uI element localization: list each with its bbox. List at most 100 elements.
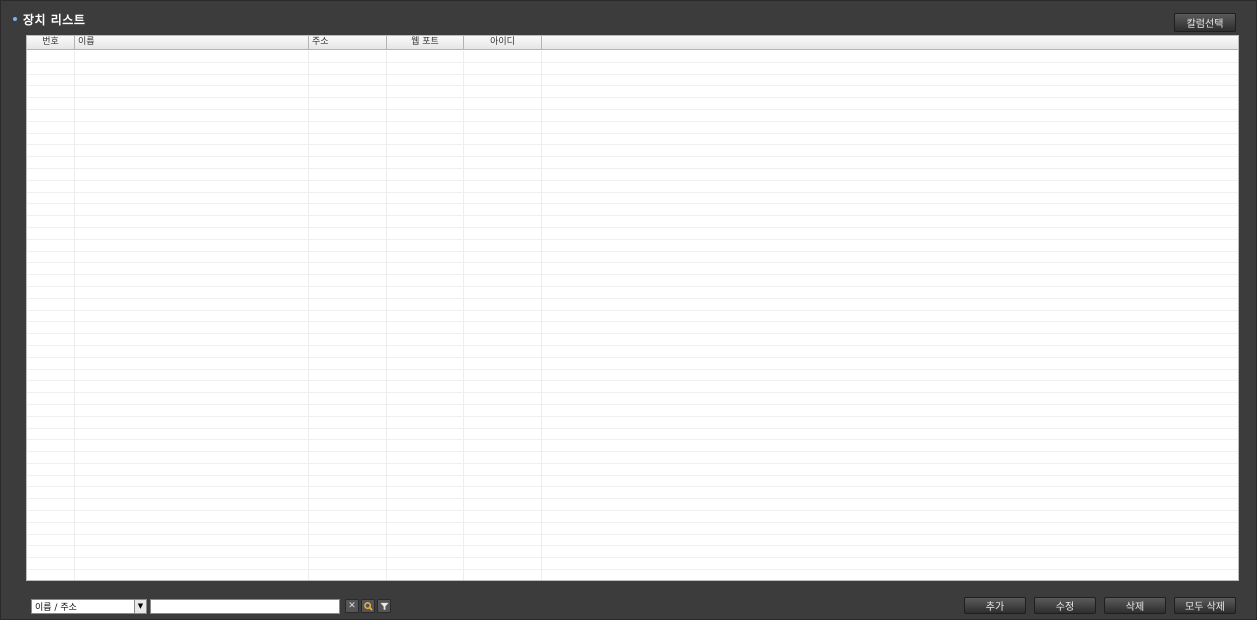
column-header-name[interactable]: 이름 [75,36,309,50]
column-header-id[interactable]: 아이디 [464,36,542,50]
table-cell-empty [27,369,75,381]
table-cell-empty [542,452,1238,463]
device-list-window: 장치 리스트 칼럼선택 번호 이름 주소 웹 포트 아이디 이름 / 주소 ▼ … [0,0,1257,620]
table-cell-empty [27,475,75,487]
table-cell-empty [464,180,542,192]
column-header-web-port[interactable]: 웹 포트 [387,36,464,50]
table-cell-empty [75,51,309,62]
action-buttons: 추가 수정 삭제 모두 삭제 [956,597,1236,614]
table-row-empty [27,511,1238,523]
table-cell-empty [27,227,75,239]
table-cell-empty [464,404,542,416]
table-body[interactable] [27,51,1238,580]
table-cell-empty [309,558,387,570]
table-cell-empty [387,475,464,487]
table-cell-empty [542,523,1238,534]
table-row-empty [27,310,1238,323]
table-cell-empty [542,464,1238,475]
table-cell-empty [309,239,387,251]
table-cell-empty [309,145,387,157]
table-cell-empty [75,381,309,393]
table-cell-empty [27,452,75,463]
chevron-down-icon[interactable]: ▼ [134,599,146,613]
table-cell-empty [27,381,75,393]
table-cell-empty [464,216,542,227]
table-cell-empty [27,133,75,145]
table-cell-empty [387,322,464,334]
table-cell-empty [75,145,309,157]
delete-button[interactable]: 삭제 [1104,597,1166,614]
table-cell-empty [309,393,387,404]
table-cell-empty [387,334,464,345]
search-field-selected: 이름 / 주소 [35,602,77,613]
table-cell-empty [75,157,309,168]
table-cell-empty [542,311,1238,322]
table-cell-empty [542,110,1238,121]
table-cell-empty [464,263,542,275]
table-cell-empty [27,204,75,216]
table-cell-empty [309,404,387,416]
table-cell-empty [542,358,1238,369]
column-header-address[interactable]: 주소 [309,36,387,50]
table-cell-empty [75,475,309,487]
table-cell-empty [309,133,387,145]
table-row-empty [27,180,1238,193]
filter-icon[interactable] [377,599,391,613]
table-cell-empty [309,487,387,499]
table-cell-empty [309,275,387,286]
delete-all-button[interactable]: 모두 삭제 [1174,597,1236,614]
table-cell-empty [387,192,464,204]
table-cell-empty [27,216,75,227]
table-cell-empty [387,275,464,286]
table-cell-empty [387,180,464,192]
table-cell-empty [387,357,464,369]
column-select-button[interactable]: 칼럼선택 [1174,13,1236,32]
table-cell-empty [464,440,542,452]
table-cell-empty [27,522,75,534]
table-cell-empty [387,534,464,546]
table-cell-empty [464,369,542,381]
table-cell-empty [309,511,387,522]
table-cell-empty [27,463,75,475]
table-cell-empty [27,251,75,263]
table-cell-empty [387,463,464,475]
column-header-filler [542,36,1238,50]
table-row-empty [27,357,1238,370]
edit-button[interactable]: 수정 [1034,597,1096,614]
search-input[interactable] [150,598,340,614]
table-cell-empty [27,487,75,499]
table-cell-empty [27,168,75,180]
table-row-empty [27,275,1238,287]
close-icon[interactable]: ✕ [345,599,359,613]
table-cell-empty [542,417,1238,428]
table-cell-empty [27,322,75,334]
table-cell-empty [309,369,387,381]
table-cell-empty [464,86,542,98]
table-cell-empty [464,310,542,322]
table-cell-empty [464,98,542,109]
table-cell-empty [27,239,75,251]
bullet-icon [13,17,17,21]
table-cell-empty [309,74,387,86]
table-cell-empty [75,251,309,263]
table-cell-empty [542,181,1238,192]
search-field-select[interactable]: 이름 / 주소 ▼ [31,598,147,614]
table-cell-empty [542,405,1238,416]
table-cell-empty [464,192,542,204]
table-cell-empty [309,416,387,428]
table-cell-empty [309,168,387,180]
table-cell-empty [27,51,75,62]
table-row-empty [27,86,1238,99]
table-cell-empty [309,62,387,74]
table-row-empty [27,74,1238,87]
table-cell-empty [387,51,464,62]
table-cell-empty [542,370,1238,381]
search-icon[interactable] [361,599,375,613]
table-cell-empty [387,145,464,157]
table-cell-empty [464,428,542,440]
column-header-number[interactable]: 번호 [27,36,75,50]
add-button[interactable]: 추가 [964,597,1026,614]
table-cell-empty [542,487,1238,498]
table-cell-empty [542,558,1238,569]
table-cell-empty [387,157,464,168]
